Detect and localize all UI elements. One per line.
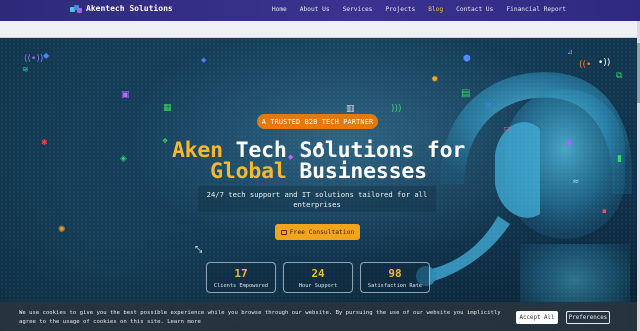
nav-item-services[interactable]: Services (343, 6, 373, 13)
cookie-message: We use cookies to give you the best poss… (19, 309, 509, 326)
navbar: Akentech Solutions Home About Us Service… (0, 0, 640, 21)
cta-label: Free Consultation (289, 228, 355, 236)
shield-icon: ⬢ (463, 54, 471, 64)
headline-text-2: Businesses (286, 159, 427, 184)
nav-item-projects[interactable]: Projects (385, 6, 415, 13)
stat-label: Satisfaction Rate (367, 283, 423, 289)
sun-icon: ✹ (431, 75, 439, 85)
hero-headline-line-2: Global Businesses (0, 159, 637, 184)
stat-label: Hour Support (298, 283, 338, 289)
company-logo-icon (70, 4, 82, 13)
nav-item-blog[interactable]: Blog (428, 6, 443, 13)
broadcast-icon: ((• (579, 60, 592, 70)
calendar-icon (280, 229, 287, 235)
nav-item-contact[interactable]: Contact Us (456, 6, 493, 13)
accept-all-button[interactable]: Accept All (516, 311, 558, 324)
stat-card-support: 24 Hour Support (283, 262, 353, 293)
cube-icon: ◆ (201, 56, 207, 64)
envelope-icon: ✉ (485, 101, 492, 110)
stat-value: 17 (234, 267, 248, 280)
preferences-button[interactable]: Preferences (566, 311, 610, 324)
stat-value: 24 (311, 267, 325, 280)
cookie-banner: We use cookies to give you the best poss… (0, 302, 637, 331)
signal-icon: ))) (391, 104, 402, 114)
stat-card-satisfaction: 98 Satisfaction Rate (360, 262, 430, 293)
hero-section: ((•)) ◆ ≋ ▣ ▦ ◆ ▥ ))) ✱ ◈ ✺ ⤡ ❖ ● ◆ ✹ ⬢ … (0, 38, 637, 331)
cookie-text: We use cookies to give you the best poss… (19, 310, 501, 325)
flag-icon: ▪ (602, 207, 607, 215)
sub-header-bar (0, 21, 637, 38)
main-menu: Home About Us Services Projects Blog Con… (272, 6, 566, 13)
learn-more-link[interactable]: Learn more (167, 319, 201, 325)
building-icon: ▥ (346, 104, 355, 114)
free-consultation-button[interactable]: Free Consultation (275, 224, 360, 240)
wifi-icon: ((•)) (24, 54, 44, 64)
stat-label: Clients Empowered (213, 283, 269, 289)
server-icon: ▦ (163, 103, 172, 113)
nav-item-about[interactable]: About Us (300, 6, 330, 13)
nav-item-financial-report[interactable]: Financial Report (506, 6, 566, 13)
stat-card-clients: 17 Clients Empowered (206, 262, 276, 293)
book-icon: ▣ (121, 90, 130, 100)
chip-icon: ◆ (43, 51, 50, 60)
brand[interactable]: Akentech Solutions (70, 4, 173, 13)
brand-name: Akentech Solutions (86, 4, 173, 13)
hero-subtitle: 24/7 tech support and IT solutions tailo… (198, 186, 436, 212)
nav-item-home[interactable]: Home (272, 6, 287, 13)
headline-highlight-2: Global (210, 159, 287, 184)
layers-icon: ⧉ (616, 71, 623, 81)
monitor-icon: ▭ (503, 124, 512, 134)
rss-icon: ⊿ (567, 48, 573, 56)
gear-icon: ✺ (58, 225, 66, 235)
expand-icon: ⤡ (195, 245, 203, 255)
wifi-white-icon: •)) (598, 58, 611, 68)
book-open-icon: ▤ (461, 88, 471, 99)
trusted-partner-badge: A TRUSTED B2B TECH PARTNER (257, 114, 378, 129)
stack-icon: ≋ (22, 65, 29, 74)
stat-value: 98 (388, 267, 402, 280)
